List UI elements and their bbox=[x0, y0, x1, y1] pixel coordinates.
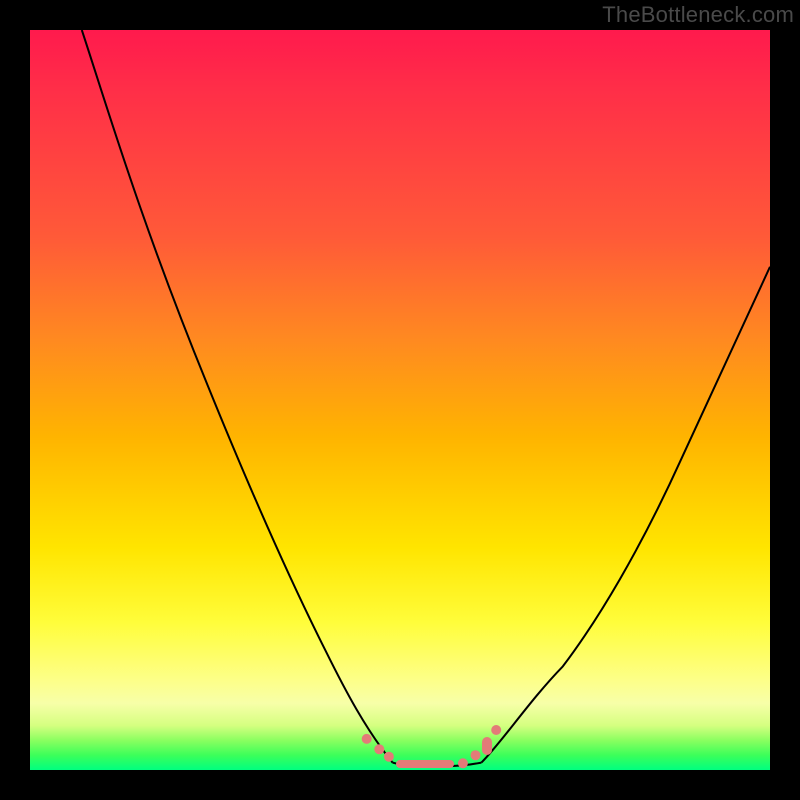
marker-dot bbox=[471, 750, 481, 760]
curve-left-arm bbox=[82, 30, 393, 763]
curve-right-arm bbox=[481, 267, 770, 763]
chart-frame: TheBottleneck.com bbox=[0, 0, 800, 800]
plot-area bbox=[30, 30, 770, 770]
bottleneck-curve bbox=[30, 30, 770, 770]
marker-pill bbox=[396, 760, 454, 768]
marker-pill bbox=[482, 737, 492, 755]
marker-dot bbox=[384, 752, 394, 762]
watermark-text: TheBottleneck.com bbox=[602, 2, 794, 28]
marker-dot bbox=[362, 734, 372, 744]
marker-dot bbox=[491, 725, 501, 735]
marker-dot bbox=[458, 758, 468, 768]
marker-dot bbox=[374, 744, 384, 754]
